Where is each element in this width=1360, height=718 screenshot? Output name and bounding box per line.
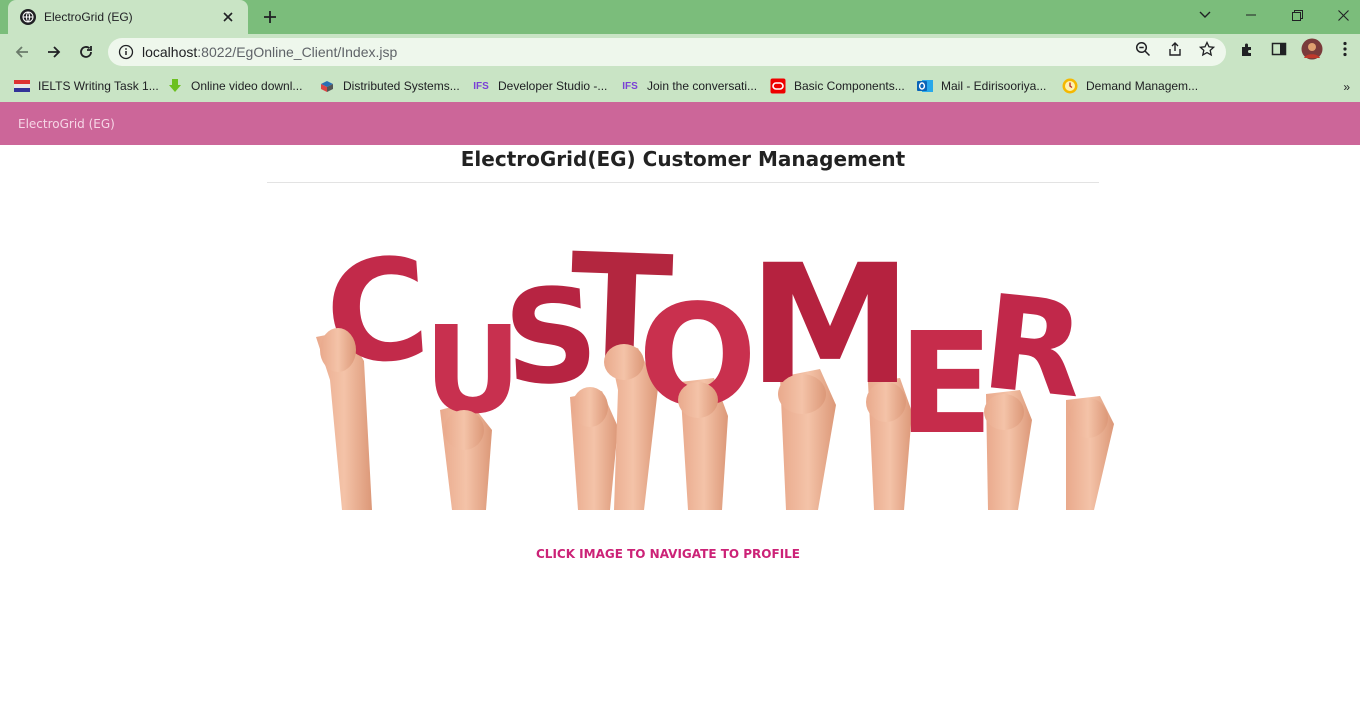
bookmark-star-icon[interactable] <box>1198 40 1216 58</box>
clock-logo-icon <box>1062 78 1078 94</box>
url-host: localhost <box>142 44 198 60</box>
customer-hero-image[interactable]: C U S T O M E R <box>308 222 1116 510</box>
bookmark-item[interactable]: Basic Components... <box>770 76 905 96</box>
bookmark-item[interactable]: Demand Managem... <box>1062 76 1198 96</box>
bookmark-label: Distributed Systems... <box>343 79 460 93</box>
bookmark-label: Basic Components... <box>794 79 905 93</box>
bookmarks-overflow-icon[interactable]: » <box>1343 80 1350 94</box>
outlook-icon <box>917 78 933 94</box>
zoom-icon[interactable] <box>1134 40 1152 58</box>
bookmark-label: IELTS Writing Task 1... <box>38 79 159 93</box>
bookmark-item[interactable]: Online video downl... <box>167 76 302 96</box>
page-title: ElectroGrid(EG) Customer Management <box>460 147 906 171</box>
forward-button[interactable] <box>40 38 68 66</box>
site-navbar: ElectroGrid (EG) <box>0 102 1360 145</box>
bookmarks-bar: IELTS Writing Task 1... Online video dow… <box>0 70 1360 102</box>
bookmark-label: Demand Managem... <box>1086 79 1199 93</box>
bookmark-label: Mail - Edirisooriya... <box>941 79 1047 93</box>
bookmark-label: Online video downl... <box>191 79 303 93</box>
ifs-logo-icon: IFS <box>473 80 489 92</box>
url-path: :8022/EgOnline_Client/Index.jsp <box>197 44 398 60</box>
site-info-icon[interactable] <box>118 44 134 60</box>
profile-avatar[interactable] <box>1301 38 1323 60</box>
minimize-button[interactable] <box>1228 0 1274 30</box>
extensions-icon[interactable] <box>1238 40 1256 58</box>
browser-tab[interactable]: ElectroGrid (EG) <box>8 0 248 34</box>
chrome-menu-icon[interactable] <box>1336 40 1354 58</box>
bookmark-item[interactable]: IFS Join the conversati... <box>621 76 757 96</box>
reload-button[interactable] <box>72 38 100 66</box>
restore-button[interactable] <box>1274 0 1320 30</box>
tab-title: ElectroGrid (EG) <box>44 10 133 24</box>
tab-search-icon[interactable] <box>1182 0 1228 30</box>
cube-icon <box>319 78 335 94</box>
flag-icon <box>14 78 30 94</box>
navigate-caption[interactable]: CLICK IMAGE TO NAVIGATE TO PROFILE <box>0 547 1336 561</box>
bookmark-item[interactable]: Mail - Edirisooriya... <box>917 76 1046 96</box>
side-panel-icon[interactable] <box>1270 40 1288 58</box>
download-arrow-icon <box>167 78 183 94</box>
bookmark-item[interactable]: Distributed Systems... <box>319 76 460 96</box>
address-bar[interactable]: localhost:8022/EgOnline_Client/Index.jsp <box>108 38 1226 66</box>
bookmark-label: Developer Studio -... <box>498 79 608 93</box>
title-divider <box>267 182 1099 183</box>
close-tab-icon[interactable] <box>220 9 236 25</box>
navbar-brand[interactable]: ElectroGrid (EG) <box>18 117 115 131</box>
browser-tabstrip: ElectroGrid (EG) <box>0 0 1360 34</box>
share-icon[interactable] <box>1166 40 1184 58</box>
back-button[interactable] <box>8 38 36 66</box>
close-window-button[interactable] <box>1320 0 1360 30</box>
oracle-logo-icon <box>770 78 786 94</box>
letter-c: C <box>320 232 434 397</box>
bookmark-item[interactable]: IFS Developer Studio -... <box>472 76 607 96</box>
browser-toolbar: localhost:8022/EgOnline_Client/Index.jsp <box>0 34 1360 70</box>
globe-icon <box>20 9 36 25</box>
new-tab-button[interactable] <box>258 6 282 28</box>
url-text: localhost:8022/EgOnline_Client/Index.jsp <box>142 44 397 60</box>
ifs-logo-icon: IFS <box>622 80 638 92</box>
bookmark-label: Join the conversati... <box>647 79 758 93</box>
bookmark-item[interactable]: IELTS Writing Task 1... <box>14 76 159 96</box>
